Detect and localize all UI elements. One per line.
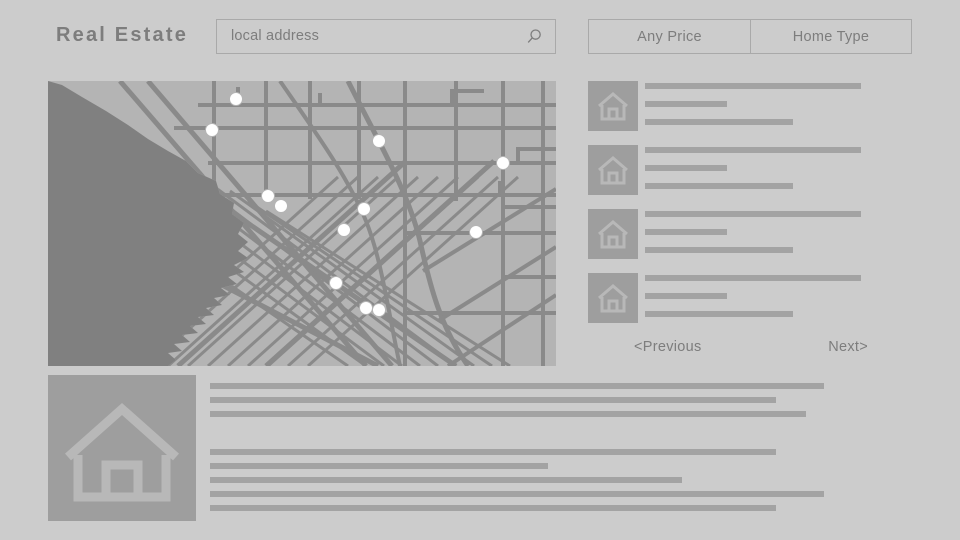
search-placeholder: local address bbox=[231, 28, 320, 44]
next-page-button[interactable]: Next> bbox=[828, 339, 868, 355]
list-item[interactable] bbox=[588, 209, 912, 265]
listing-placeholder-lines bbox=[645, 145, 912, 189]
listing-thumbnail[interactable] bbox=[588, 273, 638, 323]
search-icon[interactable] bbox=[525, 28, 543, 46]
house-icon bbox=[598, 156, 628, 185]
detail-line bbox=[210, 397, 776, 403]
detail-line bbox=[210, 463, 548, 469]
map-pin bbox=[229, 92, 243, 106]
listing-placeholder-lines bbox=[645, 273, 912, 317]
search-input[interactable]: local address bbox=[216, 19, 556, 54]
list-item[interactable] bbox=[588, 145, 912, 201]
map-pin bbox=[496, 156, 510, 170]
map-pin bbox=[261, 189, 275, 203]
filter-bar: Any Price Home Type bbox=[588, 19, 912, 54]
listing-line bbox=[645, 275, 861, 281]
map-pin bbox=[205, 123, 219, 137]
map-pin bbox=[372, 134, 386, 148]
map-pin bbox=[337, 223, 351, 237]
filter-home-type-button[interactable]: Home Type bbox=[750, 20, 911, 53]
listing-line bbox=[645, 211, 861, 217]
listing-line bbox=[645, 247, 793, 253]
detail-line bbox=[210, 505, 776, 511]
pagination: <Previous Next> bbox=[588, 339, 912, 363]
listing-placeholder-lines bbox=[645, 81, 912, 125]
map-pin bbox=[469, 225, 483, 239]
house-icon bbox=[598, 220, 628, 249]
listing-line bbox=[645, 229, 727, 235]
filter-any-price-button[interactable]: Any Price bbox=[589, 20, 750, 53]
detail-line bbox=[210, 477, 682, 483]
detail-placeholder-lines bbox=[210, 375, 824, 511]
page-title: Real Estate bbox=[56, 24, 189, 46]
map-view[interactable] bbox=[48, 81, 556, 366]
listing-line bbox=[645, 119, 793, 125]
real-estate-page: Real Estate local address Any Price Home… bbox=[0, 0, 960, 540]
listing-line bbox=[645, 83, 861, 89]
map-pin bbox=[274, 199, 288, 213]
detail-line bbox=[210, 383, 824, 389]
map-pin bbox=[357, 202, 371, 216]
house-icon bbox=[598, 92, 628, 121]
listing-line bbox=[645, 165, 727, 171]
map-canvas bbox=[48, 81, 556, 366]
detail-thumbnail[interactable] bbox=[48, 375, 196, 521]
listing-line bbox=[645, 183, 793, 189]
map-pin bbox=[329, 276, 343, 290]
map-pin bbox=[359, 301, 373, 315]
listing-placeholder-lines bbox=[645, 209, 912, 253]
map-pin bbox=[372, 303, 386, 317]
listing-line bbox=[645, 147, 861, 153]
detail-line bbox=[210, 491, 824, 497]
detail-line bbox=[210, 449, 776, 455]
detail-paragraph-gap bbox=[210, 417, 824, 449]
listing-line bbox=[645, 101, 727, 107]
listing-thumbnail[interactable] bbox=[588, 145, 638, 195]
listing-list[interactable] bbox=[588, 81, 912, 335]
listing-line bbox=[645, 293, 727, 299]
listing-thumbnail[interactable] bbox=[588, 209, 638, 259]
previous-page-button[interactable]: <Previous bbox=[634, 339, 702, 355]
house-icon bbox=[65, 402, 179, 502]
listing-line bbox=[645, 311, 793, 317]
list-item[interactable] bbox=[588, 273, 912, 329]
house-icon bbox=[598, 284, 628, 313]
listing-thumbnail[interactable] bbox=[588, 81, 638, 131]
list-item[interactable] bbox=[588, 81, 912, 137]
